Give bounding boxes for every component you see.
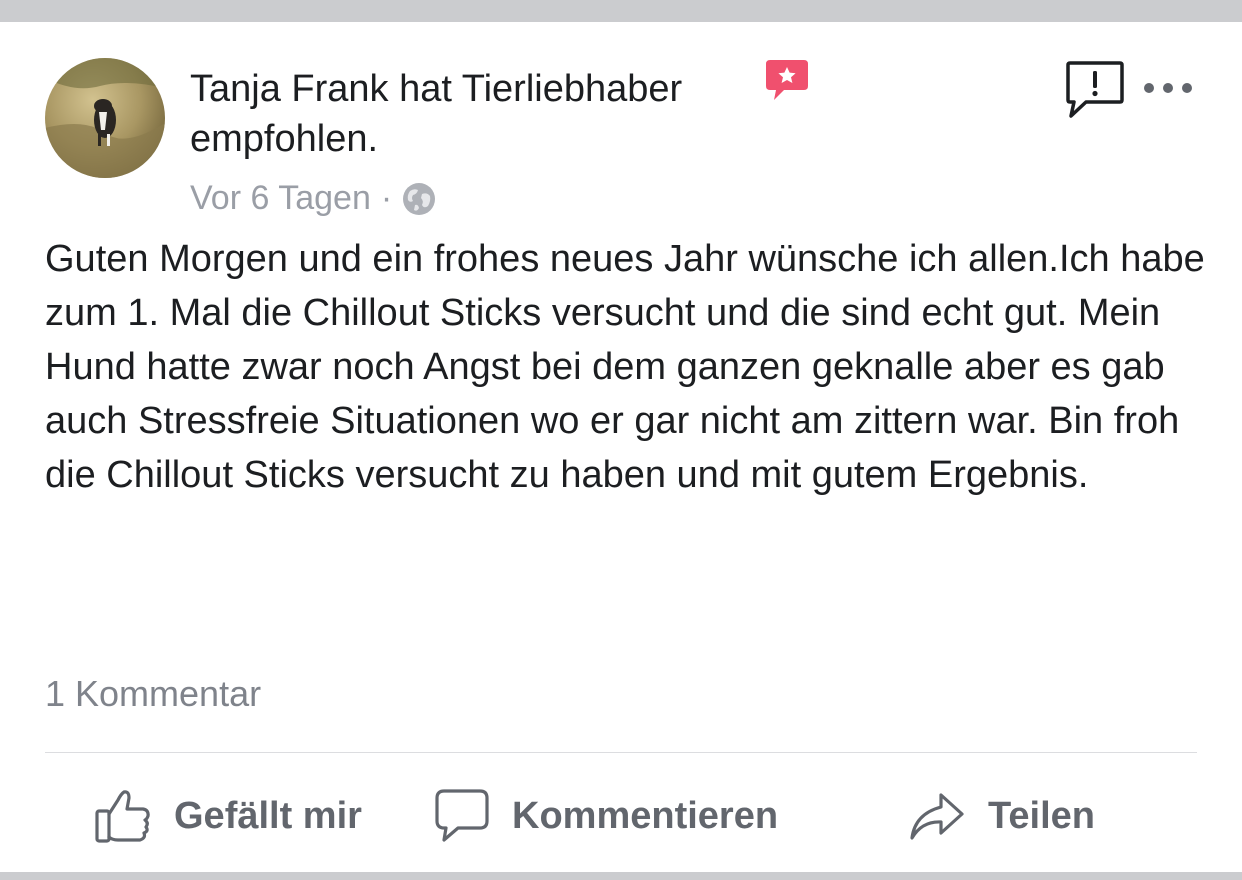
comment-bubble-icon	[434, 787, 490, 845]
post-body: Guten Morgen und ein frohes neues Jahr w…	[45, 238, 1205, 496]
post-header-text: Tanja Frank hat Tierliebhaber empfohlen.	[190, 64, 830, 164]
like-button[interactable]: Gefällt mir	[94, 782, 362, 850]
author-recommendation-text[interactable]: Tanja Frank hat Tierliebhaber empfohlen.	[190, 68, 682, 160]
comment-button[interactable]: Kommentieren	[434, 782, 778, 850]
comment-label: Kommentieren	[512, 794, 779, 837]
top-frame-bar	[0, 0, 1242, 22]
thumbs-up-icon	[94, 787, 152, 845]
like-label: Gefällt mir	[174, 794, 362, 837]
share-button[interactable]: Teilen	[908, 782, 1095, 850]
actions-divider	[45, 752, 1197, 753]
timestamp[interactable]: Vor 6 Tagen	[190, 179, 371, 217]
recommendation-badge-icon	[764, 58, 810, 109]
avatar-photo	[45, 58, 165, 178]
share-arrow-icon	[908, 787, 966, 845]
share-label: Teilen	[988, 794, 1095, 837]
globe-icon	[402, 182, 436, 227]
comment-count-link[interactable]: 1 Kommentar	[45, 670, 261, 718]
report-icon[interactable]	[1066, 60, 1124, 120]
avatar[interactable]	[45, 58, 165, 178]
more-dots-icon[interactable]	[1138, 70, 1198, 106]
meta-separator: ·	[380, 179, 393, 217]
bottom-frame-bar	[0, 872, 1242, 880]
post-meta: Vor 6 Tagen ·	[190, 176, 436, 227]
